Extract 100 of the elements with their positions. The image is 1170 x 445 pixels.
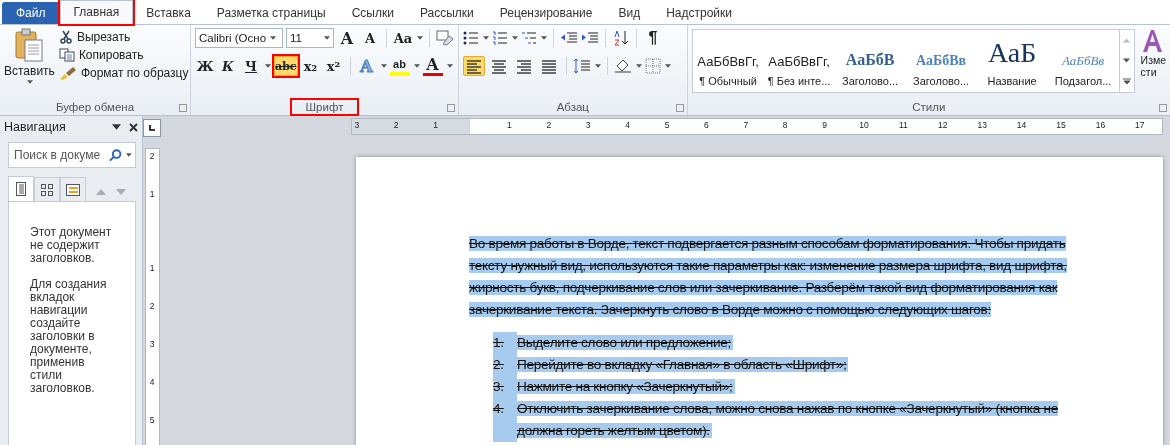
style-item[interactable]: АаБбВвГг, ¶ Без инте... [763,30,835,92]
change-case-button[interactable]: Aa [393,28,413,48]
clipboard-action[interactable]: Копировать [58,48,189,62]
more-icon[interactable] [1122,77,1131,85]
left-tab-icon [148,124,156,132]
horizontal-ruler: 3 2 1 1 2 3 4 5 6 7 8 9 10 11 12 13 14 15 16 17 [351,118,1163,135]
search-icon[interactable] [109,148,123,162]
ribbon-tab[interactable]: Надстройки [653,2,746,24]
format-button[interactable]: Ж [195,56,215,76]
highlight-button[interactable]: ab [389,56,410,76]
document-icon [16,182,26,196]
copy-icon [58,48,75,62]
multilevel-list-icon[interactable] [521,31,537,45]
caret-icon[interactable] [26,80,33,84]
caret-icon[interactable] [595,64,601,68]
format-button[interactable]: abc [274,56,298,76]
align-icon [491,58,507,74]
scissors-icon [58,30,73,44]
search-box[interactable]: Поиск в докуме [8,142,136,168]
scroll-down-icon[interactable] [1123,57,1131,63]
font-size-field[interactable]: 11 [286,28,334,48]
caret-icon[interactable] [417,36,423,40]
tab-selector-button[interactable] [143,119,161,137]
style-item[interactable]: АаБбВв Заголово... [905,30,977,92]
list-number: 1. [493,332,517,354]
clipboard-icon [14,28,45,62]
view-tab[interactable] [34,177,60,201]
change-styles-button[interactable]: Изме сти [1138,28,1166,98]
style-item[interactable]: АаБбВ Заголово... [834,30,906,92]
font-name-field[interactable]: Calibri (Осно [195,28,283,48]
font-color-button[interactable]: A [422,56,443,76]
list-item: Перейдите во вкладку «Главная» в область «Шрифт»; [517,356,850,374]
sort-icon[interactable] [612,30,630,46]
caret-icon[interactable] [413,64,420,68]
ribbon-tab[interactable]: Главная [59,0,134,24]
caret-icon[interactable] [270,36,277,40]
caret-icon[interactable] [665,64,671,68]
align-icon [516,58,532,74]
increase-indent-icon[interactable] [581,31,599,45]
caret-icon[interactable] [126,153,132,157]
view-tab[interactable] [8,176,34,201]
group-label: Абзац [555,99,590,114]
clipboard-action[interactable]: Вырезать [58,30,189,44]
ribbon-tab[interactable]: Разметка страницы [203,2,339,24]
results-icon [66,183,80,196]
close-icon[interactable] [129,122,138,132]
caret-icon[interactable] [446,64,453,68]
ribbon-tab[interactable]: Файл [2,2,60,24]
group-label: Буфер обмена [54,99,136,114]
eraser-icon[interactable] [436,30,454,46]
caret-icon[interactable] [636,64,642,68]
line-spacing-icon[interactable] [573,58,591,74]
view-tab[interactable] [60,177,86,201]
pane-title: Навигация [4,120,66,134]
grow-font-button[interactable]: A [337,28,357,48]
pane-menu-icon[interactable] [112,124,121,130]
list-item: Отключить зачеркивание слова, можно снова нажав по кнопке «Зачеркнутый» (кнопка не должна гореть желтым цветом). [517,400,1059,440]
format-button[interactable]: Ч [241,56,261,76]
ribbon-tab[interactable]: Рассылки [406,2,487,24]
list-item: Нажмите на кнопку «Зачеркнутый»; [517,378,736,396]
show-marks-button[interactable]: ¶ [643,28,663,48]
pane-message: Для создания вкладок навигации создайте заголовки в документе, применив стили заголовков. [30,278,108,395]
group-label: Стили [911,99,947,114]
list-item: Выделите слово или предложение; [517,334,734,352]
format-button[interactable]: К [218,56,238,76]
format-button[interactable]: x² [323,56,344,76]
list-number: 2. [493,354,517,376]
bullet-list-icon[interactable] [463,31,479,45]
vertical-ruler: 2 1 1 2 3 4 5 [144,148,160,445]
ribbon-tab[interactable]: Вид [605,2,654,24]
style-item[interactable]: АаБбВв Подзагол... [1047,30,1119,92]
caret-icon[interactable] [541,36,547,40]
ribbon-tab[interactable]: Рецензирование [486,2,606,24]
format-button[interactable]: x₂ [300,56,321,76]
list-number: 3. [493,376,517,398]
caret-icon[interactable] [324,36,330,40]
style-item[interactable]: АаБбВвГг, ¶ Обычный [692,30,764,92]
group-label: Шрифт [291,99,358,114]
thumbnails-icon [41,183,53,196]
style-item[interactable]: АаБ Название [976,30,1048,92]
align-icon [466,58,482,74]
caret-icon[interactable] [380,64,387,68]
styles-icon [1140,28,1163,54]
paste-button[interactable]: Вставить [4,28,55,98]
align-icon [541,58,557,74]
caret-icon[interactable] [483,36,489,40]
align-button[interactable] [463,56,485,76]
ribbon-tab[interactable]: Ссылки [338,2,407,24]
caret-icon[interactable] [512,36,518,40]
numbered-list-icon[interactable] [492,31,508,45]
shrink-font-button[interactable]: A [360,28,380,48]
body-paragraph: Во время работы в Ворде, текст подвергается разным способам форматирования. Чтобы придать тексту нужный вид, используются такие параметры как: изменение размера шрифта, вид шрифта, жирность букв, подчеркивание слов или зачеркивание. Разберём такой вид форматирования как зачеркивание текста. Зачеркнуть слово в Ворде можно с помощью следующих шагов: [469,235,1068,319]
clipboard-action[interactable]: Формат по образцу [58,66,189,80]
ribbon-tab[interactable]: Вставка [133,2,204,24]
list-number: 4. [493,398,517,442]
search-field[interactable]: Поиск в докуме [12,147,106,163]
pane-message: Этот документ не содержит заголовков. [30,226,113,265]
caret-icon[interactable] [265,64,271,68]
paint-bucket-icon[interactable] [614,58,632,74]
decrease-indent-icon[interactable] [560,31,578,45]
